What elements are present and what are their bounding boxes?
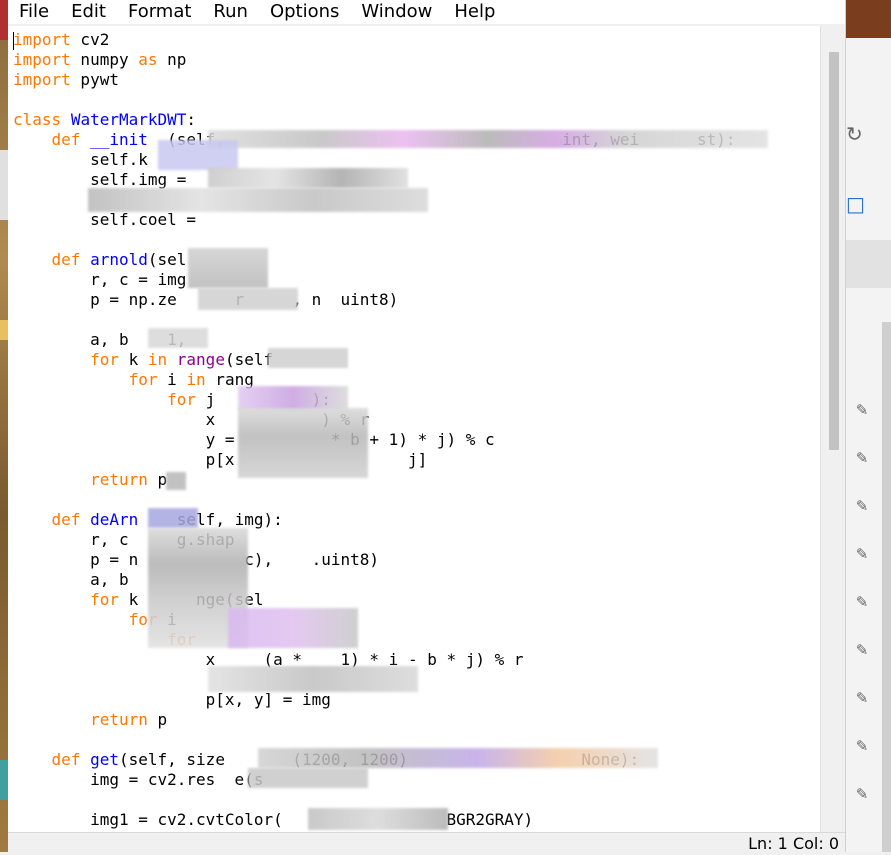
code-line[interactable]: for k nge(sel [13, 590, 735, 610]
redaction [268, 348, 348, 368]
vertical-scrollbar[interactable] [820, 26, 846, 832]
code-line[interactable]: for [13, 630, 735, 650]
redaction [158, 140, 238, 170]
pin-icon: ✎ [855, 401, 869, 419]
redaction [166, 472, 186, 490]
code-line[interactable]: import numpy as np [13, 50, 735, 70]
code-line[interactable]: def arnold(sel [13, 250, 735, 270]
pin-icon: ✎ [855, 641, 869, 659]
menu-format[interactable]: Format [117, 0, 202, 24]
code-line[interactable]: self.coel = [13, 210, 735, 230]
code-line[interactable]: def deArn self, img): [13, 510, 735, 530]
code-line[interactable]: class WaterMarkDWT: [13, 110, 735, 130]
menu-run[interactable]: Run [202, 0, 259, 24]
redaction [228, 608, 358, 648]
pin-icon: ✎ [855, 449, 869, 467]
redaction [258, 748, 658, 768]
code-line[interactable]: p = n c), .uint8) [13, 550, 735, 570]
code-line[interactable]: return p [13, 470, 735, 490]
code-line[interactable] [13, 310, 735, 330]
code-line[interactable]: self.k [13, 150, 735, 170]
redaction [148, 328, 208, 348]
code-line[interactable]: p = np.ze r , n uint8) [13, 290, 735, 310]
square-icon: □ [846, 192, 865, 216]
background-window-scrollbar [882, 322, 891, 852]
menu-file[interactable]: File [8, 0, 60, 24]
code-text[interactable]: import cv2 import numpy as np import pywt … [13, 30, 735, 830]
pin-icon: ✎ [855, 785, 869, 803]
code-line[interactable] [13, 730, 735, 750]
redaction [88, 188, 428, 212]
code-line[interactable]: r, c = img [13, 270, 735, 290]
code-line[interactable]: for k in range(self [13, 350, 735, 370]
code-line[interactable] [13, 230, 735, 250]
redaction [148, 508, 198, 528]
code-line[interactable]: img = cv2.res e(s [13, 770, 735, 790]
code-line[interactable]: for i in rang [13, 370, 735, 390]
code-line[interactable]: for i [13, 610, 735, 630]
code-line[interactable] [13, 490, 735, 510]
menu-window[interactable]: Window [350, 0, 443, 24]
redaction [208, 130, 768, 148]
pin-icon: ✎ [855, 497, 869, 515]
code-line[interactable]: a, b [13, 570, 735, 590]
code-line[interactable]: r, c g.shap [13, 530, 735, 550]
code-line[interactable]: p[x, y] = img [13, 690, 735, 710]
code-line[interactable]: for j ): [13, 390, 735, 410]
menu-bar: File Edit Format Run Options Window Help [8, 0, 845, 24]
code-line[interactable]: import cv2 [13, 30, 735, 50]
code-line[interactable]: y = * b + 1) * j) % c [13, 430, 735, 450]
code-editor[interactable]: import cv2 import numpy as np import pywt … [8, 26, 820, 832]
code-line[interactable] [13, 90, 735, 110]
desktop-background-left [0, 0, 8, 852]
redaction [238, 408, 368, 478]
menu-options[interactable]: Options [259, 0, 350, 24]
scrollbar-thumb[interactable] [829, 52, 839, 450]
pin-icon: ✎ [855, 689, 869, 707]
code-line[interactable]: import pywt [13, 70, 735, 90]
background-window-band [846, 240, 891, 288]
redaction [208, 666, 418, 692]
code-line[interactable]: return p [13, 710, 735, 730]
pin-icon: ✎ [855, 737, 869, 755]
redaction [238, 386, 348, 410]
pin-icon: ✎ [855, 545, 869, 563]
refresh-icon: ↻ [846, 122, 863, 146]
redaction [198, 288, 298, 310]
pin-icon: ✎ [855, 593, 869, 611]
background-window: ↻ □ ✎ ✎ ✎ ✎ ✎ ✎ ✎ ✎ ✎ [845, 0, 891, 852]
redaction [188, 248, 268, 288]
background-window-titlebar [846, 0, 891, 38]
code-line[interactable]: a, b 1, [13, 330, 735, 350]
menu-help[interactable]: Help [443, 0, 506, 24]
redaction [308, 808, 448, 830]
redaction [208, 168, 408, 188]
menu-edit[interactable]: Edit [60, 0, 117, 24]
text-cursor [13, 32, 14, 50]
code-line[interactable]: p[x j] [13, 450, 735, 470]
status-bar: Ln: 1 Col: 0 [8, 832, 845, 853]
code-line[interactable] [13, 790, 735, 810]
code-line[interactable]: x ) % r [13, 410, 735, 430]
redaction [248, 768, 368, 788]
